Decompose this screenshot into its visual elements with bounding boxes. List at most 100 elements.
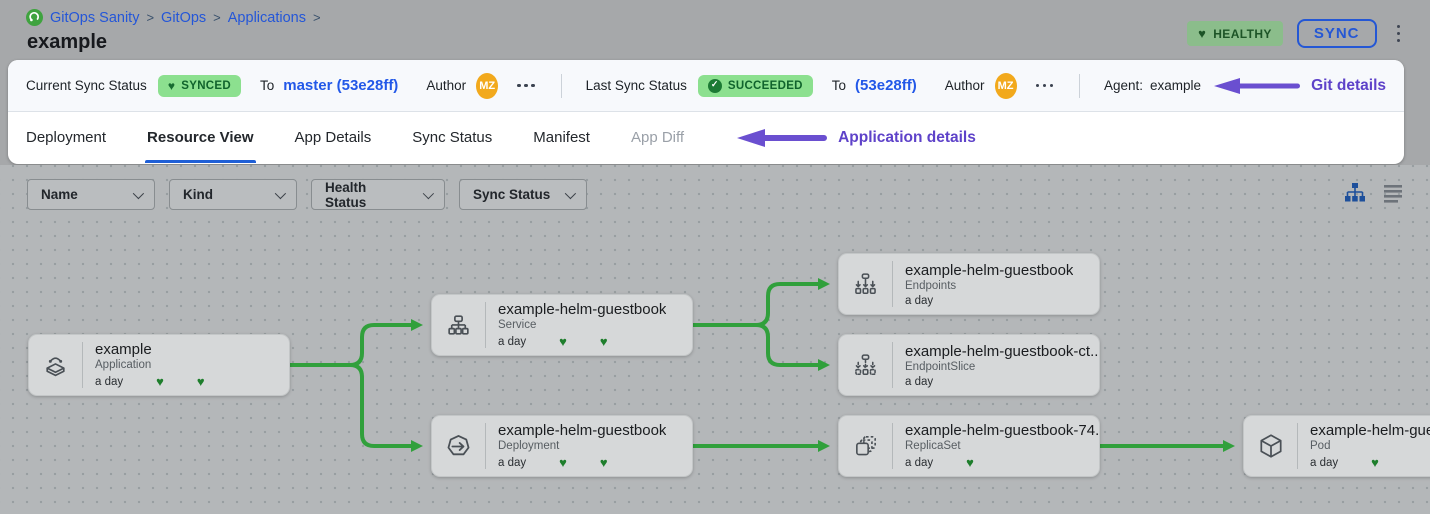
tab-deployment[interactable]: Deployment	[26, 112, 106, 163]
heart-icon	[559, 455, 567, 469]
filter-name-dropdown[interactable]: Name	[27, 179, 155, 210]
tree-view-icon[interactable]	[1344, 182, 1366, 204]
author-label: Author	[945, 78, 985, 93]
node-health-hearts	[966, 455, 974, 469]
more-options-icon[interactable]	[515, 80, 537, 92]
filter-kind-label: Kind	[183, 187, 213, 202]
application-icon	[29, 352, 82, 379]
to-label: To	[832, 78, 846, 93]
node-kind: Deployment	[498, 440, 666, 452]
succeeded-badge: SUCCEEDED	[698, 75, 813, 97]
heart-icon	[559, 334, 567, 348]
heart-icon	[197, 374, 205, 388]
application-details-annotation: Application details	[737, 112, 976, 163]
sync-button[interactable]: SYNC	[1297, 19, 1377, 48]
node-age: a day	[905, 376, 933, 388]
author-label: Author	[426, 78, 466, 93]
health-status-badge: HEALTHY	[1187, 21, 1283, 46]
page-title: example	[27, 31, 107, 54]
breadcrumb-link-gitops[interactable]: GitOps	[161, 10, 206, 26]
resource-graph-canvas: Name Kind Health Status Sync Status	[0, 165, 1430, 514]
node-age: a day	[95, 376, 123, 388]
edge-app-to-service	[290, 325, 414, 365]
chevron-down-icon	[275, 187, 286, 198]
node-title: example-helm-guest	[1310, 423, 1430, 439]
synced-badge: SYNCED	[158, 75, 241, 97]
heart-icon	[1371, 455, 1379, 469]
divider	[561, 74, 562, 98]
node-endpointslice-example-helm-guestbook-ct[interactable]: example-helm-guestbook-ct... EndpointSli…	[838, 334, 1100, 396]
gitops-logo-icon	[26, 9, 43, 26]
node-pod-example-helm-guest[interactable]: example-helm-guest Pod a day	[1243, 415, 1430, 477]
more-options-icon[interactable]	[1034, 80, 1056, 92]
health-status-label: HEALTHY	[1213, 27, 1272, 41]
node-health-hearts	[1371, 455, 1379, 469]
node-kind: Endpoints	[905, 280, 1073, 292]
node-age: a day	[905, 457, 933, 469]
filter-health-status-label: Health Status	[325, 180, 409, 210]
chevron-down-icon	[133, 187, 144, 198]
check-circle-icon	[708, 79, 722, 93]
breadcrumb: GitOps Sanity > GitOps > Applications >	[26, 9, 321, 26]
divider	[1079, 74, 1080, 98]
filter-health-status-dropdown[interactable]: Health Status	[311, 179, 445, 210]
edge-app-to-deployment	[290, 365, 414, 446]
heart-icon	[600, 455, 608, 469]
node-application-example[interactable]: example Application a day	[28, 334, 290, 396]
tab-app-diff[interactable]: App Diff	[631, 112, 684, 163]
agent-value: example	[1150, 78, 1201, 93]
node-title: example-helm-guestbook	[498, 302, 666, 318]
node-service-example-helm-guestbook[interactable]: example-helm-guestbook Service a day	[431, 294, 693, 356]
current-commit-link[interactable]: master (53e28ff)	[283, 77, 398, 94]
tab-sync-status[interactable]: Sync Status	[412, 112, 492, 163]
node-kind: EndpointSlice	[905, 361, 1099, 373]
tab-app-details[interactable]: App Details	[295, 112, 372, 163]
chevron-down-icon	[565, 187, 576, 198]
page-header: GitOps Sanity > GitOps > Applications > …	[0, 0, 1430, 60]
list-view-icon[interactable]	[1382, 182, 1404, 204]
succeeded-badge-label: SUCCEEDED	[728, 80, 803, 92]
node-kind: Application	[95, 359, 205, 371]
node-age: a day	[498, 457, 526, 469]
filter-sync-status-dropdown[interactable]: Sync Status	[459, 179, 587, 210]
heart-icon	[966, 455, 974, 469]
last-sync-status-label: Last Sync Status	[586, 78, 687, 93]
application-tabs: Deployment Resource View App Details Syn…	[8, 112, 1404, 163]
more-actions-kebab-icon[interactable]	[1391, 21, 1407, 47]
to-label: To	[260, 78, 274, 93]
breadcrumb-link-account[interactable]: GitOps Sanity	[50, 10, 139, 26]
git-details-annotation: Git details	[1214, 76, 1386, 96]
breadcrumb-separator: >	[146, 10, 154, 25]
application-status-card: Current Sync Status SYNCED To master (53…	[8, 60, 1404, 164]
node-title: example-helm-guestbook-74...	[905, 423, 1099, 439]
replicaset-icon	[839, 432, 892, 460]
node-health-hearts	[559, 455, 607, 469]
author-avatar: MZ	[476, 73, 498, 99]
pod-icon	[1244, 432, 1297, 460]
filter-bar: Name Kind Health Status Sync Status	[27, 179, 587, 210]
node-kind: Pod	[1310, 440, 1430, 452]
heart-icon	[168, 79, 175, 93]
tab-manifest[interactable]: Manifest	[533, 112, 590, 163]
node-replicaset-example-helm-guestbook-74[interactable]: example-helm-guestbook-74... ReplicaSet …	[838, 415, 1100, 477]
filter-name-label: Name	[41, 187, 78, 202]
chevron-down-icon	[423, 187, 434, 198]
heart-icon	[156, 374, 164, 388]
author-avatar: MZ	[995, 73, 1017, 99]
node-endpoints-example-helm-guestbook[interactable]: example-helm-guestbook Endpoints a day	[838, 253, 1100, 315]
breadcrumb-link-applications[interactable]: Applications	[228, 10, 306, 26]
filter-kind-dropdown[interactable]: Kind	[169, 179, 297, 210]
tab-resource-view[interactable]: Resource View	[147, 112, 253, 163]
service-icon	[432, 312, 485, 339]
view-toggles	[1344, 182, 1404, 204]
node-age: a day	[498, 336, 526, 348]
endpointslice-icon	[839, 352, 892, 379]
node-health-hearts	[559, 334, 607, 348]
breadcrumb-separator: >	[213, 10, 221, 25]
last-commit-link[interactable]: (53e28ff)	[855, 77, 917, 94]
node-title: example-helm-guestbook-ct...	[905, 343, 1099, 360]
node-deployment-example-helm-guestbook[interactable]: example-helm-guestbook Deployment a day	[431, 415, 693, 477]
edge-service-to-endpoints	[693, 284, 821, 325]
edge-service-to-endpointslice	[693, 325, 821, 365]
synced-badge-label: SYNCED	[181, 80, 231, 92]
